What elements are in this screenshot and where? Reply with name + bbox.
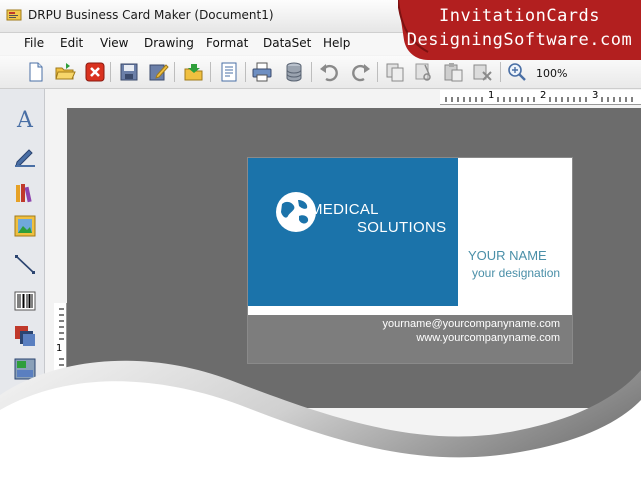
menu-drawing[interactable]: Drawing bbox=[144, 36, 194, 50]
toolbar-separator bbox=[245, 62, 246, 82]
line-icon[interactable] bbox=[13, 252, 37, 276]
library-icon[interactable] bbox=[13, 181, 37, 205]
menu-format[interactable]: Format bbox=[206, 36, 248, 50]
ruler-label: 1 bbox=[56, 343, 63, 354]
toolbar-separator bbox=[377, 62, 378, 82]
open-folder-icon[interactable] bbox=[54, 61, 76, 83]
window-title: DRPU Business Card Maker (Document1) bbox=[28, 8, 274, 22]
close-icon[interactable] bbox=[84, 61, 106, 83]
horizontal-ruler: 1 2 3 bbox=[440, 90, 641, 105]
card-name: YOUR NAME bbox=[468, 248, 547, 263]
open-icon[interactable] bbox=[183, 61, 205, 83]
shapes-icon[interactable] bbox=[13, 324, 37, 348]
menu-edit[interactable]: Edit bbox=[60, 36, 83, 50]
ruler-label: 2 bbox=[540, 90, 547, 101]
pencil-icon[interactable] bbox=[13, 144, 37, 168]
toolbar-separator bbox=[110, 62, 111, 82]
properties-icon[interactable] bbox=[218, 61, 240, 83]
menu-dataset[interactable]: DataSet bbox=[263, 36, 311, 50]
copy-icon[interactable] bbox=[384, 61, 406, 83]
ruler-label: 3 bbox=[592, 90, 599, 101]
card-divider bbox=[248, 306, 572, 315]
text-tool-icon[interactable]: A bbox=[13, 107, 37, 131]
card-website: www.yourcompanyname.com bbox=[416, 332, 560, 344]
print-icon[interactable] bbox=[251, 61, 273, 83]
zoom-level[interactable]: 100% bbox=[536, 67, 567, 80]
card-title-line2: SOLUTIONS bbox=[357, 219, 447, 236]
toolbar-separator bbox=[210, 62, 211, 82]
database-icon[interactable] bbox=[283, 61, 305, 83]
tool-sidebar: A bbox=[0, 89, 45, 503]
business-card[interactable]: MEDICAL SOLUTIONS YOUR NAME your designa… bbox=[248, 158, 572, 363]
toolbar: 100% bbox=[0, 56, 641, 89]
brand-line2: DesigningSoftware.com bbox=[406, 30, 633, 50]
barcode-icon[interactable] bbox=[13, 289, 37, 313]
card-title-line1: MEDICAL bbox=[310, 201, 379, 218]
app-icon bbox=[6, 9, 22, 21]
menu-view[interactable]: View bbox=[100, 36, 128, 50]
toolbar-separator bbox=[311, 62, 312, 82]
ruler-label: 1 bbox=[488, 90, 495, 101]
edit-icon[interactable] bbox=[147, 61, 169, 83]
undo-icon[interactable] bbox=[318, 61, 340, 83]
toolbar-separator bbox=[174, 62, 175, 82]
brand-banner: InvitationCards DesigningSoftware.com bbox=[398, 0, 641, 60]
brand-line1: InvitationCards bbox=[438, 6, 601, 26]
zoom-icon[interactable] bbox=[506, 61, 528, 83]
cut-icon[interactable] bbox=[413, 61, 435, 83]
vertical-ruler: 1 bbox=[54, 303, 67, 383]
app-window: DRPU Business Card Maker (Document1) Fil… bbox=[0, 0, 641, 503]
menu-help[interactable]: Help bbox=[323, 36, 350, 50]
delete-icon[interactable] bbox=[471, 61, 493, 83]
save-icon[interactable] bbox=[118, 61, 140, 83]
picture-icon[interactable] bbox=[13, 357, 37, 381]
image-icon[interactable] bbox=[13, 214, 37, 238]
paste-icon[interactable] bbox=[442, 61, 464, 83]
svg-text:A: A bbox=[16, 108, 34, 131]
card-designation: your designation bbox=[472, 266, 561, 280]
menu-file[interactable]: File bbox=[24, 36, 44, 50]
new-document-icon[interactable] bbox=[25, 61, 47, 83]
card-email: yourname@yourcompanyname.com bbox=[382, 318, 560, 330]
toolbar-separator bbox=[500, 62, 501, 82]
redo-icon[interactable] bbox=[350, 61, 372, 83]
